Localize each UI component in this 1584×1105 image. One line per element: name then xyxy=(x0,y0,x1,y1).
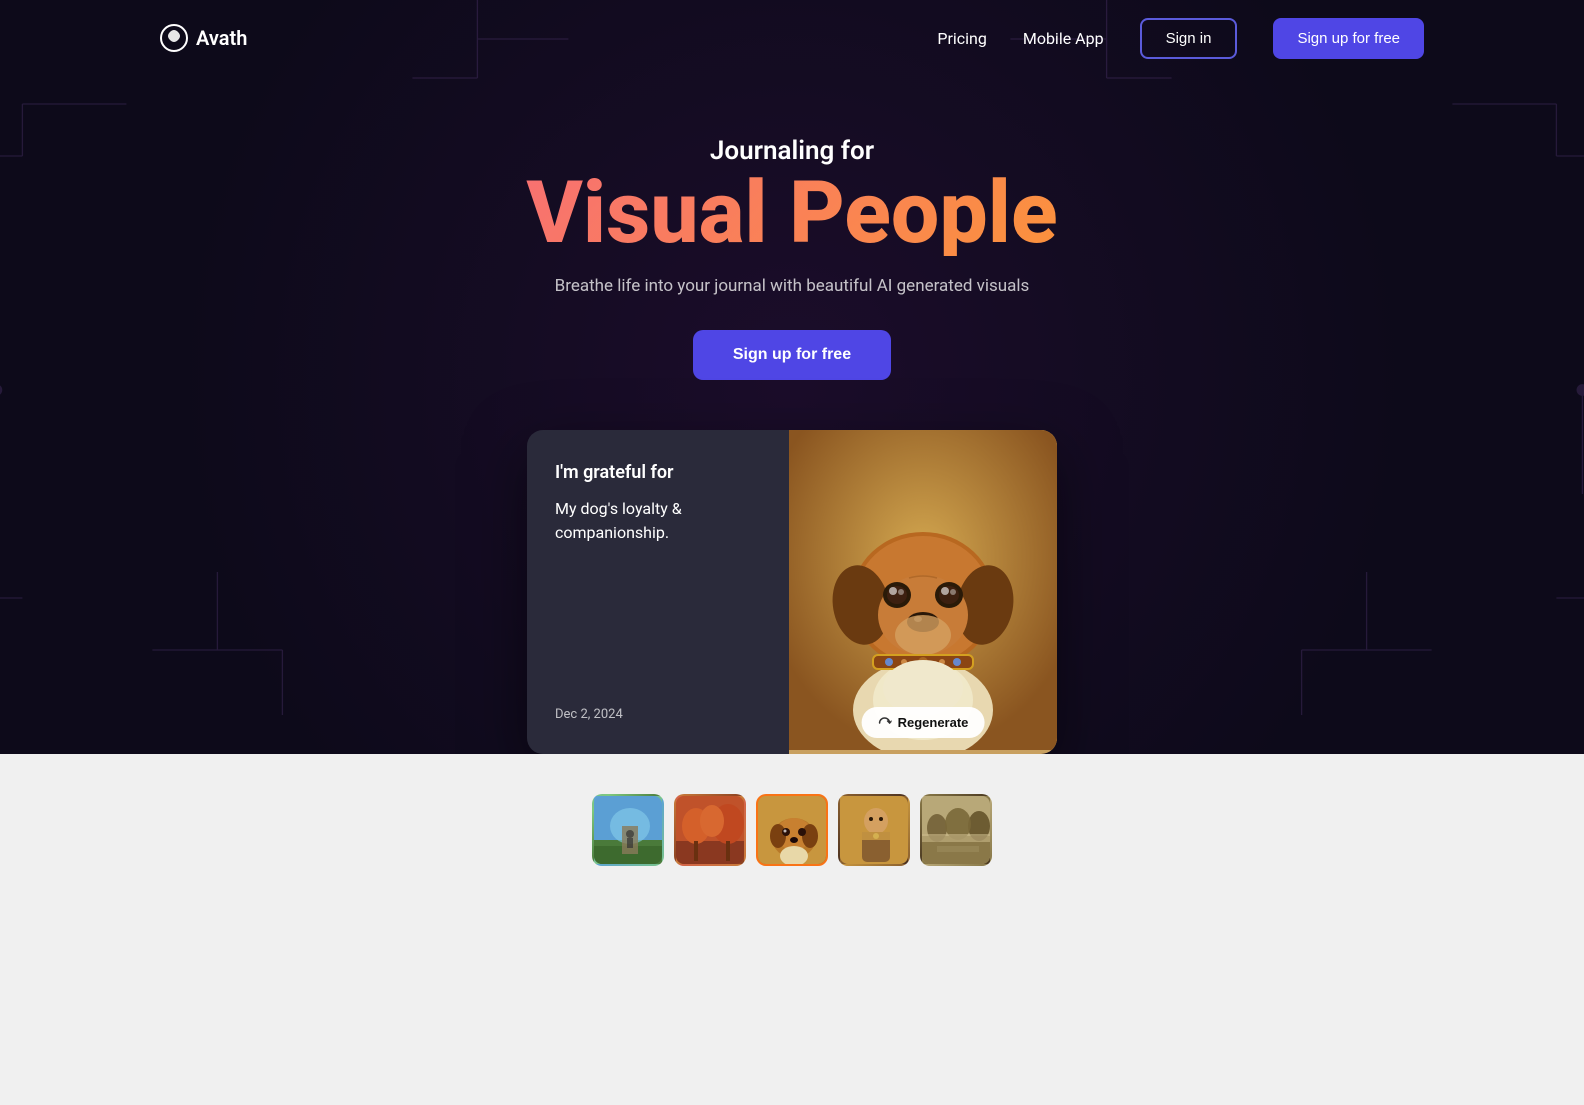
lower-section xyxy=(0,754,1584,926)
thumbnail-strip xyxy=(592,794,992,866)
logo-label: Avath xyxy=(196,26,247,50)
thumb-5-image xyxy=(922,796,992,866)
regenerate-button[interactable]: Regenerate xyxy=(862,707,985,738)
hero-content: Journaling for Visual People Breathe lif… xyxy=(526,76,1057,430)
thumbnail-2[interactable] xyxy=(674,794,746,866)
hero-title: Visual People xyxy=(526,170,1057,256)
card-right-panel: Regenerate xyxy=(789,430,1057,754)
card-date: Dec 2, 2024 xyxy=(555,707,761,722)
hero-description: Breathe life into your journal with beau… xyxy=(555,276,1030,296)
card-entry: My dog's loyalty & companionship. xyxy=(555,497,761,545)
thumb-1-image xyxy=(594,796,664,866)
journal-card-container: I'm grateful for My dog's loyalty & comp… xyxy=(527,430,1057,754)
thumbnail-4[interactable] xyxy=(838,794,910,866)
thumbnail-5[interactable] xyxy=(920,794,992,866)
signup-hero-button[interactable]: Sign up for free xyxy=(693,330,891,380)
nav-pricing[interactable]: Pricing xyxy=(937,29,987,48)
thumb-4-image xyxy=(840,796,910,866)
dog-illustration xyxy=(789,430,1057,750)
regenerate-label: Regenerate xyxy=(898,715,969,730)
thumb-2-image xyxy=(676,796,746,866)
signup-nav-button[interactable]: Sign up for free xyxy=(1273,18,1424,59)
nav-links: Pricing Mobile App Sign in Sign up for f… xyxy=(937,18,1424,59)
nav-mobile-app[interactable]: Mobile App xyxy=(1023,29,1104,48)
card-left-panel: I'm grateful for My dog's loyalty & comp… xyxy=(527,430,789,754)
navigation: Avath Pricing Mobile App Sign in Sign up… xyxy=(0,0,1584,76)
journal-card: I'm grateful for My dog's loyalty & comp… xyxy=(527,430,1057,754)
card-prompt: I'm grateful for xyxy=(555,462,761,483)
hero-section: Journaling for Visual People Breathe lif… xyxy=(0,0,1584,754)
thumbnail-1[interactable] xyxy=(592,794,664,866)
card-text-area: I'm grateful for My dog's loyalty & comp… xyxy=(555,462,761,545)
thumbnail-3[interactable] xyxy=(756,794,828,866)
logo-icon xyxy=(160,24,188,52)
thumb-3-image xyxy=(758,796,828,866)
logo[interactable]: Avath xyxy=(160,24,247,52)
refresh-icon xyxy=(878,716,892,730)
signin-button[interactable]: Sign in xyxy=(1140,18,1238,59)
